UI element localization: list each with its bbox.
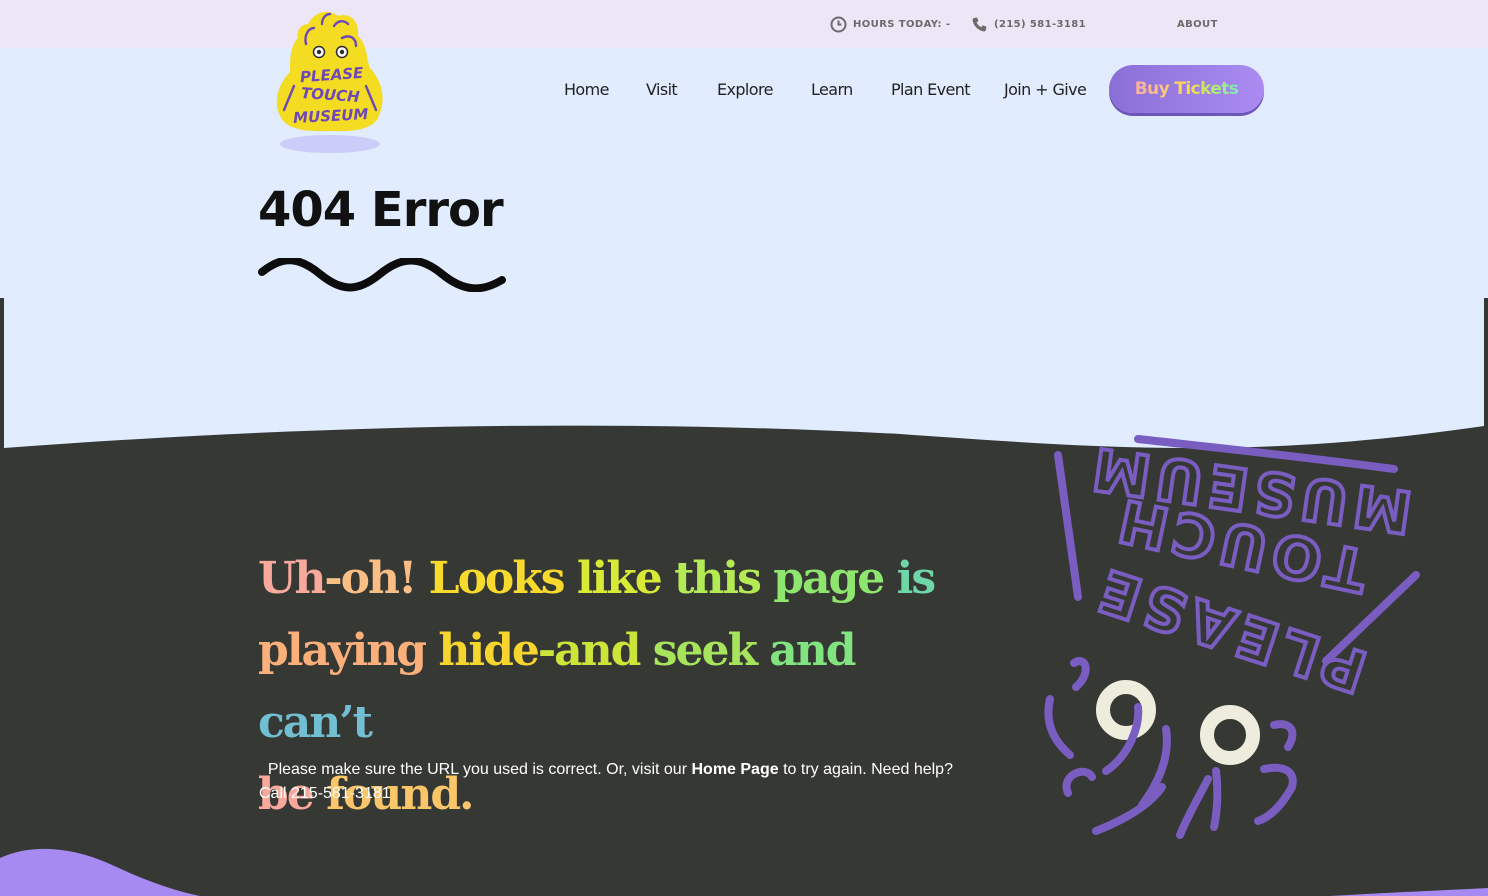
please-touch-museum-logo[interactable]: PLEASE TOUCH MUSEUM [268,6,394,154]
phone-link[interactable]: (215) 581-3181 [971,14,1086,34]
headline-word: playing [258,625,427,676]
phone-icon [972,17,987,31]
headline-word: can’t [258,697,373,748]
nav-home[interactable]: Home [564,80,609,99]
headline-word: this [674,553,762,604]
headline-word: and [769,625,856,676]
buy-tickets-button[interactable]: Buy Tickets [1109,65,1264,113]
error-message-prefix: Please make sure the URL you used is cor… [267,761,688,778]
nav-learn[interactable]: Learn [811,80,853,99]
phone-label: (215) 581-3181 [994,18,1086,30]
headline-word: like [576,553,663,604]
about-link[interactable]: ABOUT [1177,14,1218,34]
headline-word: hide [438,625,539,676]
headline-word: Uh [258,553,326,604]
headline-word: page [773,553,885,604]
page-title: 404 Error [258,182,504,238]
nav-explore[interactable]: Explore [717,80,773,99]
nav-visit[interactable]: Visit [646,80,678,99]
headline-word: is [896,553,936,604]
home-page-link[interactable]: Home Page [691,761,778,778]
hours-today[interactable]: HOURS TODAY: - [830,14,950,34]
hours-today-label: HOURS TODAY: - [853,18,951,30]
nav-plan-event[interactable]: Plan Event [891,80,971,99]
buy-tickets-label: Buy Tickets [1134,79,1239,99]
top-utility-bar: HOURS TODAY: - (215) 581-3181 ABOUT [0,0,1488,48]
clock-icon [830,16,847,32]
nav-join-give[interactable]: Join + Give [1004,80,1087,99]
headline-word: seek [652,625,758,676]
headline-word: Looks [428,553,566,604]
bottom-wave-decoration [0,848,1488,896]
squiggle-divider [258,258,506,292]
headline-word: -and [537,625,642,676]
mascot-illustration: MUSEUM TOUCH PLEASE [1044,432,1420,839]
error-message: Please make sure the URL you used is cor… [259,758,979,806]
headline-word: -oh! [324,553,417,604]
